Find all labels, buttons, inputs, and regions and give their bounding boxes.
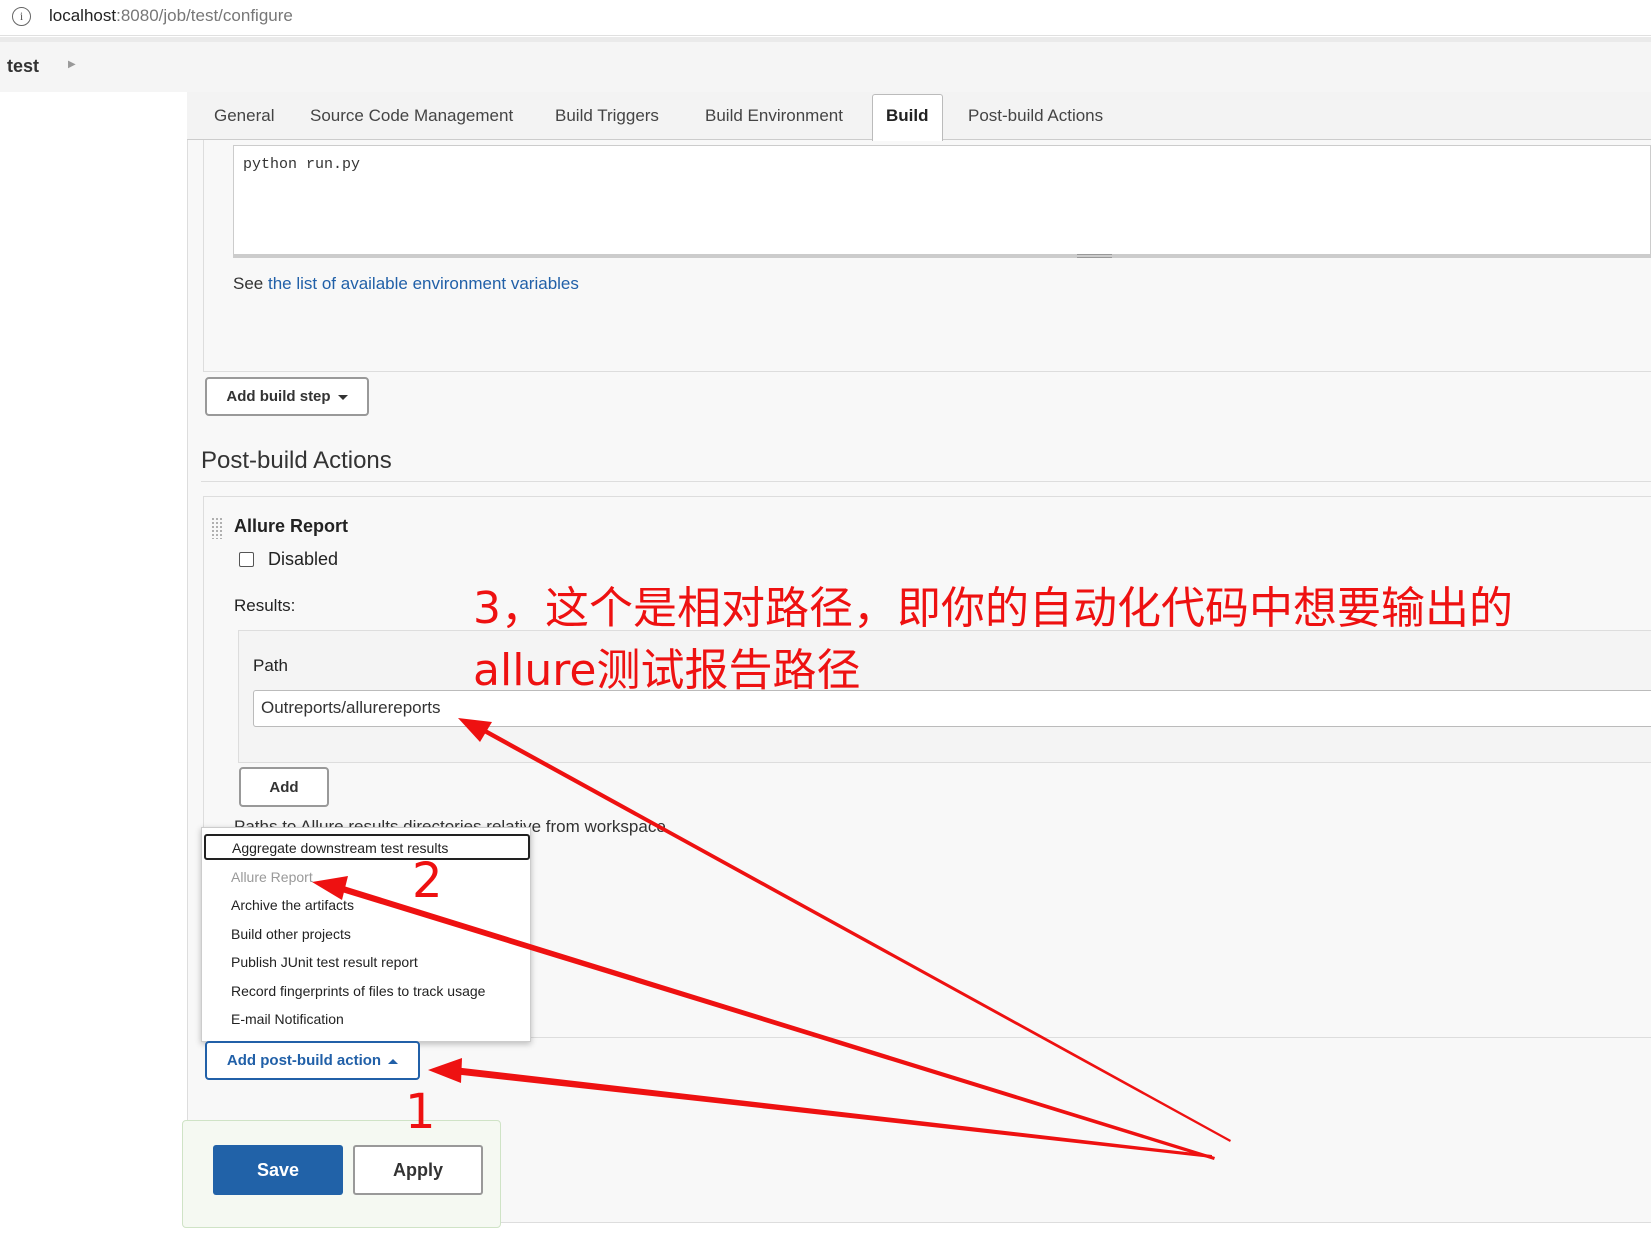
annotation-step-3: 3，这个是相对路径，即你的自动化代码中想要输出的 allure测试报告路径 xyxy=(473,578,1513,702)
arrow-to-path-input-head xyxy=(458,718,492,742)
annotation-step-2: 2 xyxy=(412,853,443,909)
arrow-to-add-action-button-head xyxy=(428,1058,462,1083)
annotation-step-3-line-1: 3，这个是相对路径，即你的自动化代码中想要输出的 xyxy=(473,583,1513,634)
annotation-step-1: 1 xyxy=(405,1084,436,1140)
arrow-to-path-input xyxy=(473,723,1231,1142)
arrow-to-allure-menu-item-head xyxy=(312,876,348,900)
arrow-to-allure-menu-item xyxy=(332,883,1215,1160)
arrow-to-add-action-button xyxy=(444,1066,1212,1158)
annotation-step-3-line-2: allure测试报告路径 xyxy=(473,645,861,696)
